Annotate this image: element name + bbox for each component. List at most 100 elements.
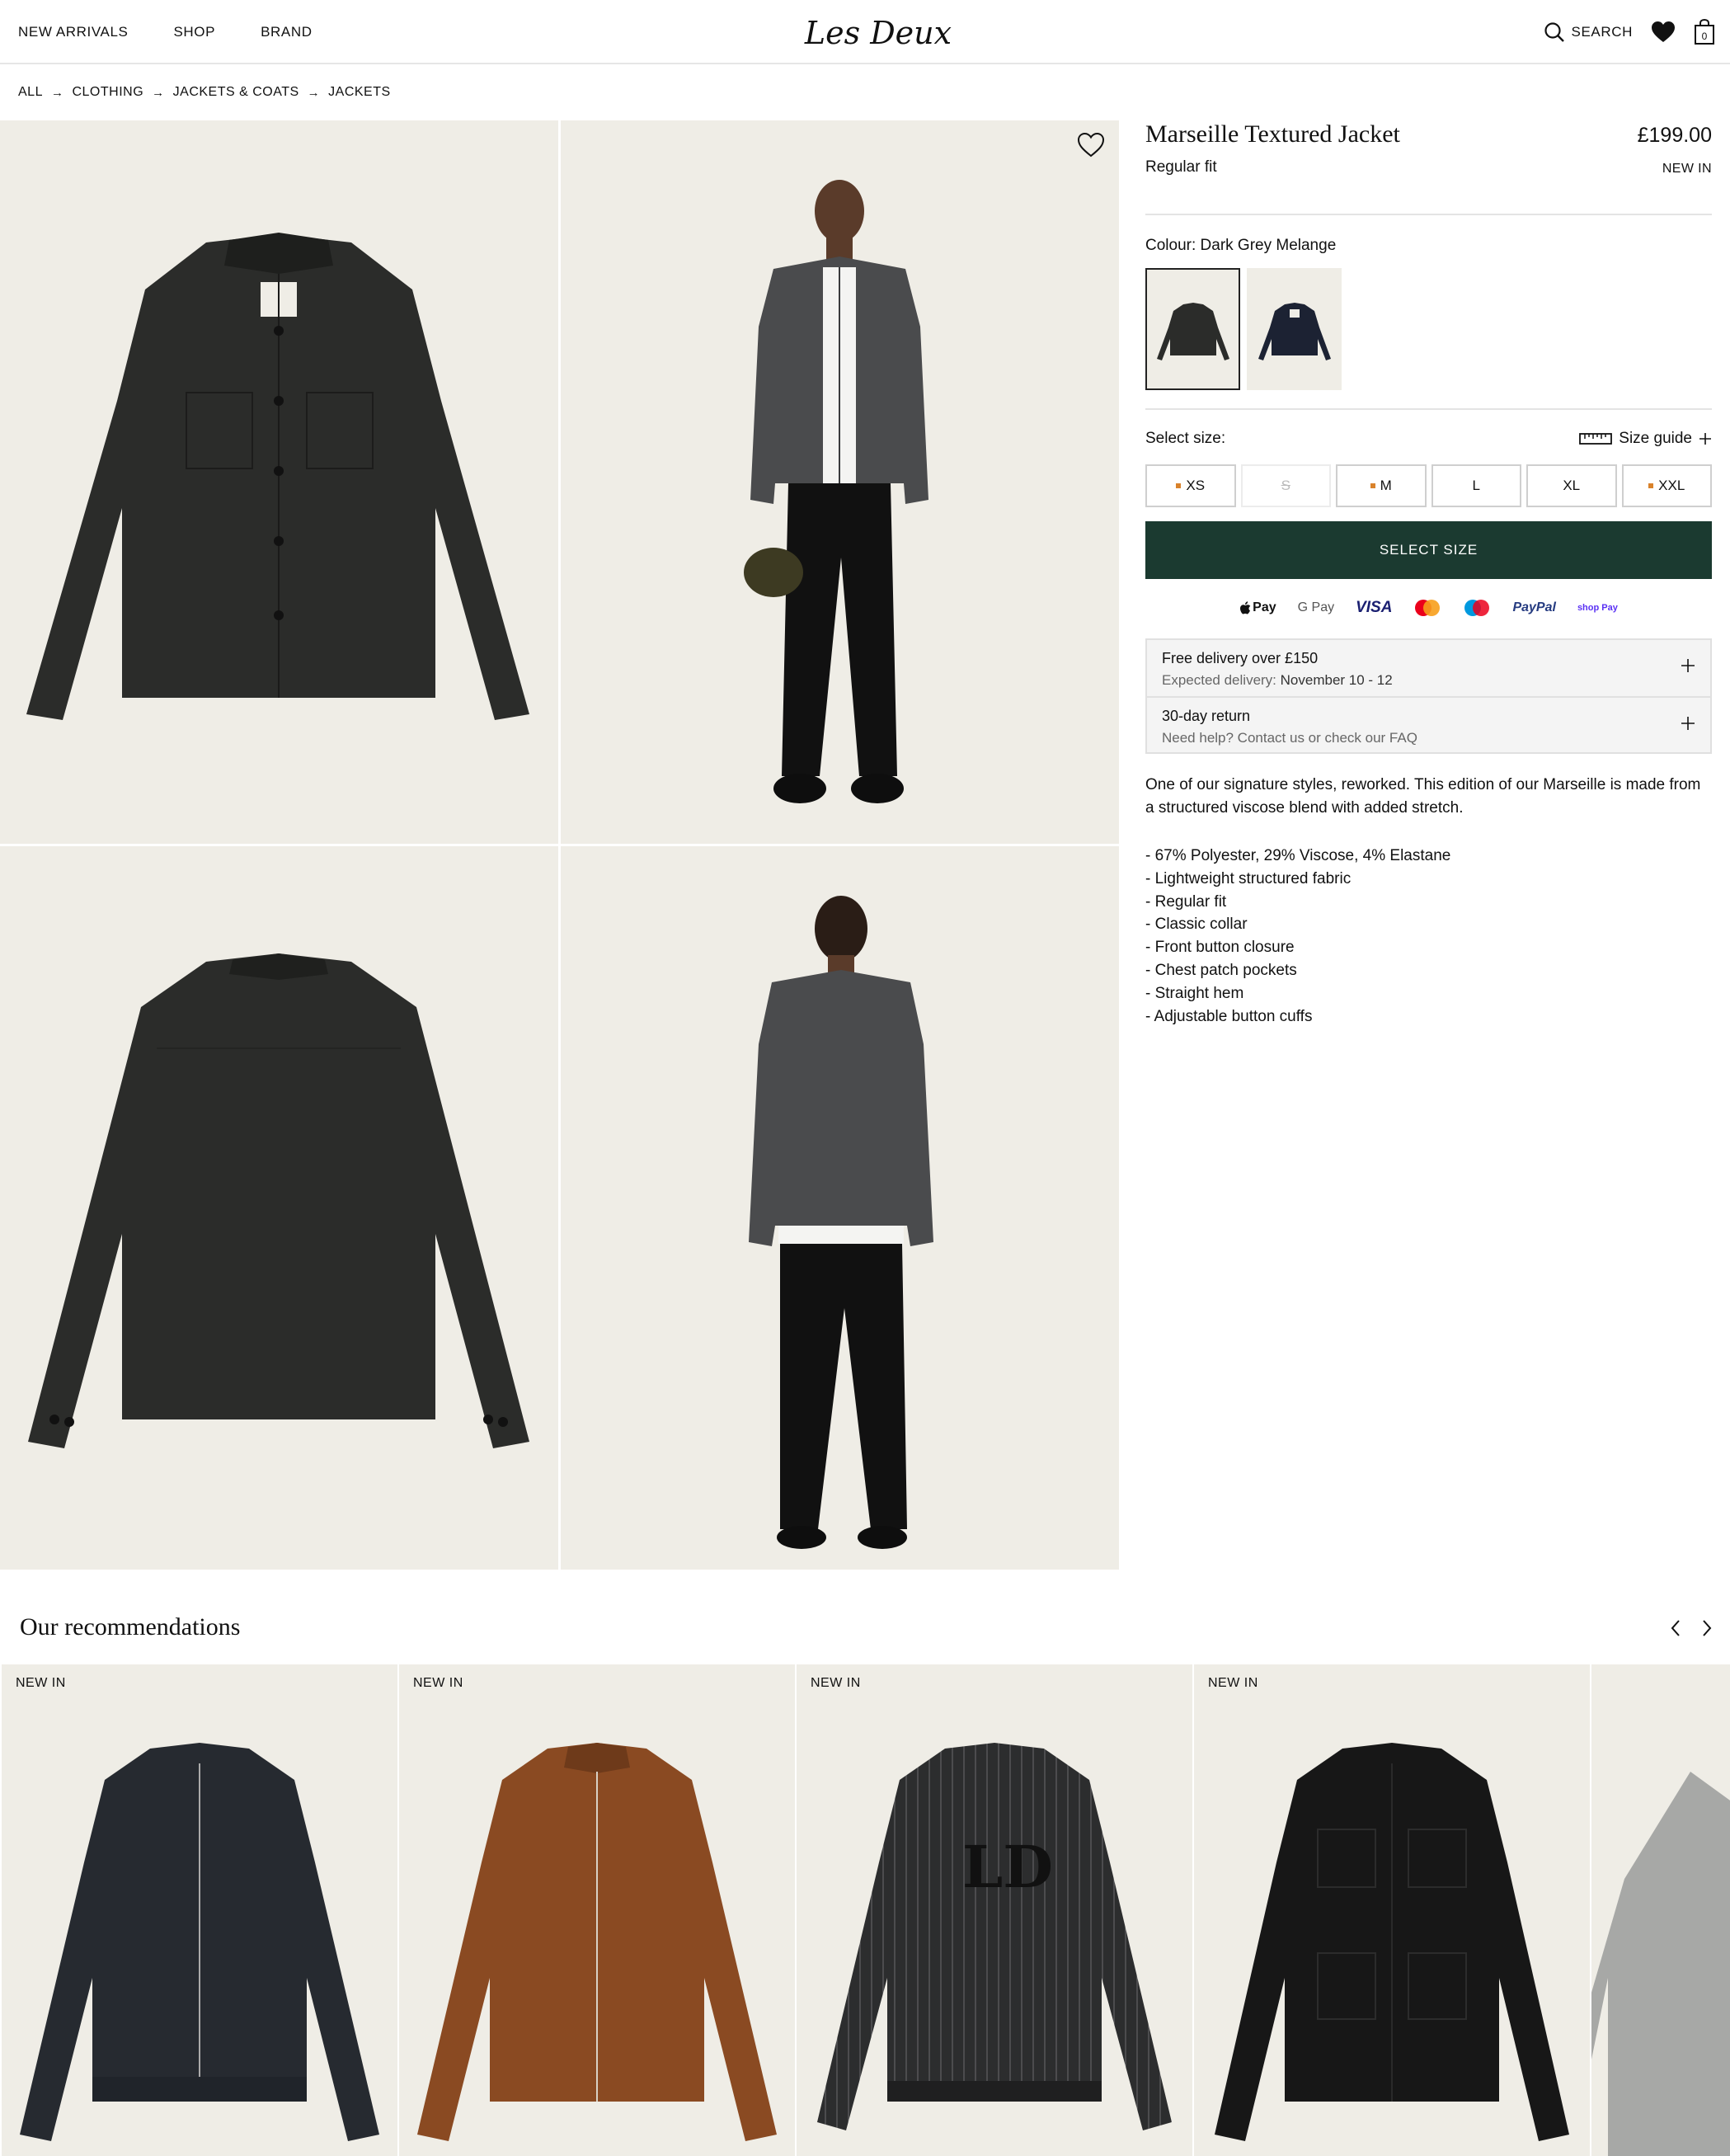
product-image-suede-jacket bbox=[417, 1743, 777, 2141]
site-header: NEW ARRIVALS SHOP BRAND Les Deux SEARCH … bbox=[0, 0, 1730, 64]
size-label: XL bbox=[1563, 478, 1581, 493]
feature-item: - Chest patch pockets bbox=[1145, 961, 1297, 979]
size-selector: XS S M L XL XXL bbox=[1145, 464, 1712, 507]
product-info-panel: Marseille Textured Jacket £199.00 Regula… bbox=[1145, 120, 1712, 1028]
gallery-image-front[interactable] bbox=[0, 120, 558, 844]
model-front-illustration bbox=[744, 180, 928, 803]
brand-logo[interactable]: Les Deux bbox=[792, 5, 965, 59]
breadcrumb-arrow-icon: → bbox=[307, 85, 321, 100]
breadcrumb: ALL → CLOTHING → JACKETS & COATS → JACKE… bbox=[18, 85, 391, 100]
swatch-jacket-navy-icon bbox=[1258, 303, 1331, 360]
svg-text:LD: LD bbox=[962, 1833, 1053, 1901]
divider bbox=[1145, 408, 1712, 410]
cart-bag-icon[interactable]: 0 bbox=[1694, 19, 1715, 45]
shop-pay-icon: shop Pay bbox=[1577, 603, 1618, 613]
breadcrumb-all[interactable]: ALL bbox=[18, 85, 43, 100]
product-fit: Regular fit bbox=[1145, 158, 1217, 176]
ruler-icon bbox=[1579, 433, 1613, 445]
delivery-subtitle: Expected delivery: November 10 - 12 bbox=[1162, 672, 1695, 689]
search-label: SEARCH bbox=[1571, 24, 1633, 40]
low-stock-dot bbox=[1176, 483, 1182, 488]
product-gallery bbox=[0, 120, 1119, 1570]
size-guide-button[interactable]: Size guide bbox=[1579, 430, 1712, 448]
mastercard-icon bbox=[1413, 599, 1441, 617]
feature-item: - 67% Polyester, 29% Viscose, 4% Elastan… bbox=[1145, 847, 1451, 864]
colour-label: Colour: Dark Grey Melange bbox=[1145, 237, 1337, 254]
add-to-wishlist-heart-icon[interactable] bbox=[1076, 130, 1106, 160]
main-nav: NEW ARRIVALS SHOP BRAND bbox=[18, 0, 313, 64]
product-image-grey-jacket bbox=[1591, 1772, 1730, 2156]
gallery-image-back[interactable] bbox=[0, 846, 558, 1570]
select-size-button[interactable]: SELECT SIZE bbox=[1145, 521, 1712, 579]
new-in-badge: NEW IN bbox=[811, 1676, 861, 1690]
wishlist-heart-icon[interactable] bbox=[1651, 21, 1676, 44]
recommendation-card[interactable]: NEW IN bbox=[399, 1664, 795, 2156]
gallery-image-model-front[interactable] bbox=[561, 120, 1119, 844]
feature-item: - Regular fit bbox=[1145, 892, 1227, 911]
colour-swatch-dark-grey[interactable] bbox=[1145, 268, 1240, 390]
swatch-jacket-dark-icon bbox=[1156, 303, 1229, 360]
chevron-right-icon[interactable] bbox=[1700, 1618, 1714, 1642]
model-back-illustration bbox=[749, 896, 933, 1549]
colour-swatch-navy[interactable] bbox=[1247, 268, 1342, 390]
breadcrumb-jackets[interactable]: JACKETS bbox=[328, 85, 391, 100]
feature-item: - Straight hem bbox=[1145, 984, 1244, 1002]
size-option-l[interactable]: L bbox=[1431, 464, 1521, 507]
plus-icon bbox=[1699, 433, 1711, 445]
new-in-badge: NEW IN bbox=[1208, 1676, 1258, 1690]
breadcrumb-clothing[interactable]: CLOTHING bbox=[72, 85, 143, 100]
size-option-xs[interactable]: XS bbox=[1145, 464, 1236, 507]
nav-brand[interactable]: BRAND bbox=[261, 24, 313, 40]
header-actions: SEARCH 0 bbox=[1544, 0, 1715, 64]
divider bbox=[1145, 214, 1712, 215]
chevron-left-icon[interactable] bbox=[1669, 1618, 1682, 1642]
payment-methods: Pay G Pay VISA PayPal shop Pay bbox=[1145, 595, 1712, 620]
apple-pay-label: Pay bbox=[1253, 600, 1276, 614]
visa-icon: VISA bbox=[1356, 599, 1393, 616]
recommendation-card[interactable]: LD NEW IN bbox=[797, 1664, 1192, 2156]
apple-pay-icon: Pay bbox=[1239, 600, 1276, 615]
breadcrumb-arrow-icon: → bbox=[152, 85, 165, 100]
size-option-xxl[interactable]: XXL bbox=[1621, 464, 1712, 507]
low-stock-dot bbox=[1648, 483, 1654, 488]
size-option-m[interactable]: M bbox=[1336, 464, 1427, 507]
size-guide-label: Size guide bbox=[1619, 430, 1692, 447]
product-title: Marseille Textured Jacket bbox=[1145, 120, 1400, 148]
recommendation-card[interactable]: NEW IN bbox=[1194, 1664, 1590, 2156]
search-button[interactable]: SEARCH bbox=[1544, 21, 1633, 43]
product-image-field-jacket bbox=[1215, 1743, 1569, 2141]
maestro-icon bbox=[1463, 599, 1491, 617]
delivery-accordion[interactable]: Free delivery over £150 Expected deliver… bbox=[1147, 640, 1710, 696]
product-description: One of our signature styles, reworked. T… bbox=[1145, 776, 1701, 817]
recommendation-card[interactable] bbox=[1591, 1664, 1730, 2156]
product-image-zip-jacket bbox=[20, 1743, 379, 2141]
new-in-badge: NEW IN bbox=[1662, 162, 1712, 176]
new-in-badge: NEW IN bbox=[16, 1676, 66, 1690]
select-size-label: Select size: bbox=[1145, 430, 1226, 447]
size-label: XS bbox=[1186, 478, 1206, 493]
size-label: S bbox=[1281, 478, 1290, 493]
nav-new-arrivals[interactable]: NEW ARRIVALS bbox=[18, 24, 128, 40]
search-icon bbox=[1544, 21, 1565, 43]
delivery-title: Free delivery over £150 bbox=[1162, 650, 1319, 666]
recommendation-card[interactable]: NEW IN bbox=[2, 1664, 397, 2156]
recommendations-title: Our recommendations bbox=[20, 1613, 241, 1641]
size-option-xl[interactable]: XL bbox=[1526, 464, 1617, 507]
expand-plus-icon bbox=[1681, 717, 1695, 730]
gallery-image-model-back[interactable] bbox=[561, 846, 1119, 1570]
size-option-s[interactable]: S bbox=[1240, 464, 1331, 507]
shipping-info-box: Free delivery over £150 Expected deliver… bbox=[1145, 638, 1712, 754]
feature-item: - Lightweight structured fabric bbox=[1145, 869, 1352, 887]
nav-shop[interactable]: SHOP bbox=[173, 24, 215, 40]
colour-swatches bbox=[1145, 268, 1712, 390]
recommendations-carousel: NEW IN NEW IN LD NEW IN NEW IN bbox=[0, 1664, 1730, 2156]
size-label: M bbox=[1380, 478, 1392, 493]
expand-plus-icon bbox=[1681, 659, 1695, 672]
size-label: XXL bbox=[1658, 478, 1685, 493]
breadcrumb-jackets-coats[interactable]: JACKETS & COATS bbox=[173, 85, 299, 100]
new-in-badge: NEW IN bbox=[413, 1676, 463, 1690]
google-pay-icon: G Pay bbox=[1297, 600, 1335, 614]
returns-accordion[interactable]: 30-day return Need help? Contact us or c… bbox=[1147, 696, 1710, 752]
cart-count: 0 bbox=[1702, 31, 1708, 42]
product-features: - 67% Polyester, 29% Viscose, 4% Elastan… bbox=[1145, 845, 1712, 1028]
